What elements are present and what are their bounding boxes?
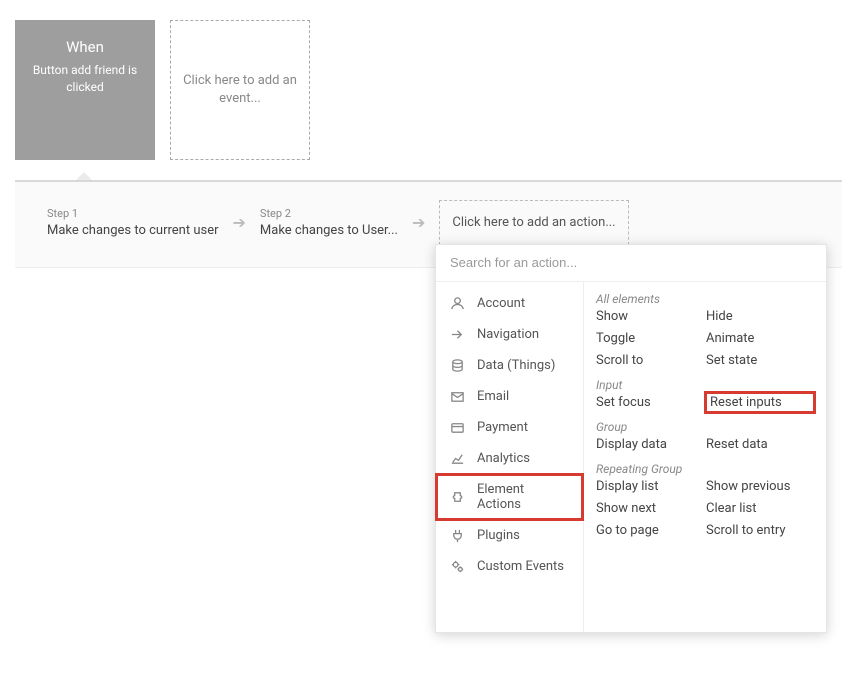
search-bar bbox=[436, 245, 826, 282]
event-card[interactable]: When Button add friend is clicked bbox=[15, 20, 155, 160]
category-item-element[interactable]: Element Actions bbox=[436, 474, 583, 520]
action-item[interactable]: Display data bbox=[596, 435, 704, 454]
action-item[interactable]: Show next bbox=[596, 499, 704, 518]
add-event-label: Click here to add an event... bbox=[183, 72, 297, 108]
category-label: Payment bbox=[477, 420, 528, 435]
arrow-right-icon: ➔ bbox=[233, 213, 246, 232]
step-number: Step 2 bbox=[260, 207, 398, 220]
mail-icon bbox=[450, 389, 465, 404]
category-item-payment[interactable]: Payment bbox=[436, 412, 583, 443]
puzzle-icon bbox=[450, 490, 465, 505]
step-label: Make changes to current user bbox=[47, 223, 219, 238]
add-event-card[interactable]: Click here to add an event... bbox=[170, 20, 310, 160]
category-item-data[interactable]: Data (Things) bbox=[436, 350, 583, 381]
category-label: Analytics bbox=[477, 451, 530, 466]
action-item[interactable]: Reset data bbox=[706, 435, 814, 454]
chart-icon bbox=[450, 451, 465, 466]
arrow-right-icon: ➔ bbox=[412, 213, 425, 232]
group-header: Input bbox=[596, 374, 814, 393]
action-item[interactable]: Go to page bbox=[596, 521, 704, 540]
category-label: Data (Things) bbox=[477, 358, 555, 373]
action-item[interactable]: Display list bbox=[596, 477, 704, 496]
category-label: Account bbox=[477, 296, 525, 311]
database-icon bbox=[450, 358, 465, 373]
gears-icon bbox=[450, 559, 465, 574]
group-header: Group bbox=[596, 416, 814, 435]
category-item-plugins[interactable]: Plugins bbox=[436, 520, 583, 551]
search-input[interactable] bbox=[450, 255, 812, 270]
plug-icon bbox=[450, 528, 465, 543]
step-1[interactable]: Step 1 Make changes to current user bbox=[47, 207, 219, 238]
add-action-box[interactable]: Click here to add an action... bbox=[439, 200, 628, 245]
action-item[interactable]: Scroll to entry bbox=[706, 521, 814, 540]
add-action-label: Click here to add an action... bbox=[452, 215, 615, 230]
action-item[interactable]: Hide bbox=[706, 307, 814, 326]
action-item[interactable]: Show previous bbox=[706, 477, 814, 496]
category-label: Plugins bbox=[477, 528, 520, 543]
category-item-custom[interactable]: Custom Events bbox=[436, 551, 583, 582]
action-item[interactable]: Set state bbox=[706, 351, 814, 370]
event-pointer-icon bbox=[76, 172, 92, 180]
card-icon bbox=[450, 420, 465, 435]
group-header: Repeating Group bbox=[596, 458, 814, 477]
actions-panel: All elementsShowHideToggleAnimateScroll … bbox=[584, 282, 826, 632]
event-title: When bbox=[66, 38, 104, 56]
share-icon bbox=[450, 327, 465, 342]
category-label: Navigation bbox=[477, 327, 539, 342]
group-header: All elements bbox=[596, 288, 814, 307]
event-description: Button add friend is clicked bbox=[25, 62, 145, 96]
category-label: Email bbox=[477, 389, 509, 404]
category-item-navigation[interactable]: Navigation bbox=[436, 319, 583, 350]
action-item[interactable]: Set focus bbox=[596, 393, 704, 412]
category-list: Account Navigation Data (Things) Email Payme… bbox=[436, 282, 584, 632]
category-item-email[interactable]: Email bbox=[436, 381, 583, 412]
category-item-account[interactable]: Account bbox=[436, 288, 583, 319]
user-icon bbox=[450, 296, 465, 311]
category-item-analytics[interactable]: Analytics bbox=[436, 443, 583, 474]
step-label: Make changes to User... bbox=[260, 223, 398, 238]
category-label: Element Actions bbox=[477, 482, 569, 512]
category-label: Custom Events bbox=[477, 559, 564, 574]
step-number: Step 1 bbox=[47, 207, 219, 220]
step-2[interactable]: Step 2 Make changes to User... bbox=[260, 207, 398, 238]
action-item[interactable]: Toggle bbox=[596, 329, 704, 348]
action-item[interactable]: Show bbox=[596, 307, 704, 326]
action-item[interactable]: Clear list bbox=[706, 499, 814, 518]
action-item[interactable]: Reset inputs bbox=[706, 393, 814, 412]
action-item[interactable]: Animate bbox=[706, 329, 814, 348]
action-item[interactable]: Scroll to bbox=[596, 351, 704, 370]
action-picker-dropdown: Account Navigation Data (Things) Email Payme… bbox=[435, 244, 827, 633]
